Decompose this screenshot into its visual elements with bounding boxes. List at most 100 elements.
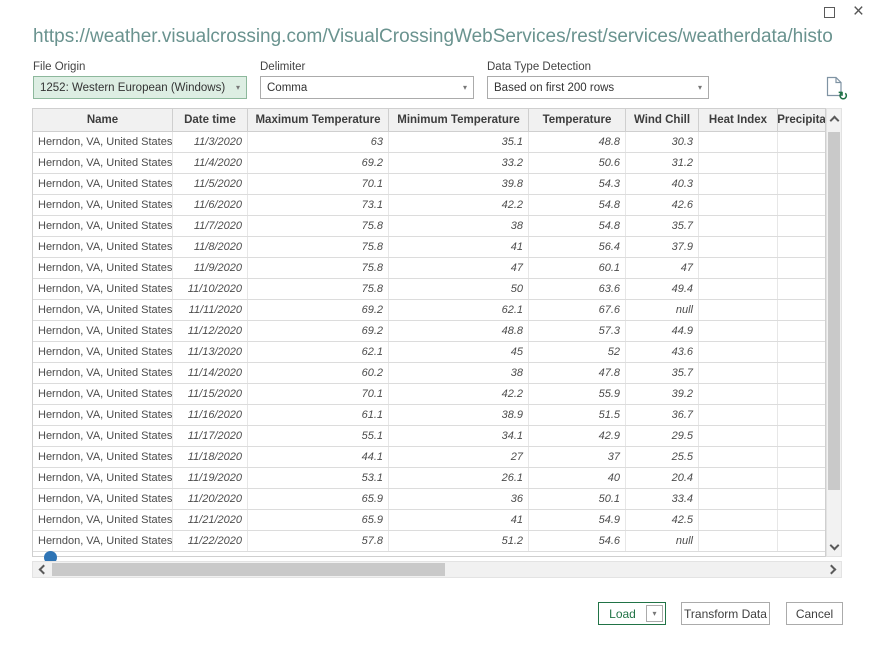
table-cell: null (626, 300, 699, 320)
table-row: Herndon, VA, United States11/9/202075.84… (33, 258, 825, 279)
table-cell: Herndon, VA, United States (33, 447, 173, 467)
refresh-preview-icon[interactable]: ↻ (826, 76, 846, 100)
vertical-scrollbar[interactable] (826, 108, 842, 557)
chevron-down-icon: ▾ (652, 609, 656, 618)
data-type-detection-select[interactable]: Based on first 200 rows ▾ (487, 76, 709, 99)
table-cell: 73.1 (248, 195, 389, 215)
chevron-down-icon: ▾ (463, 83, 467, 92)
table-row: Herndon, VA, United States11/16/202061.1… (33, 405, 825, 426)
table-row: Herndon, VA, United States11/8/202075.84… (33, 237, 825, 258)
table-cell (699, 510, 778, 530)
table-cell: 42.9 (529, 426, 626, 446)
table-cell (699, 489, 778, 509)
maximize-icon[interactable] (824, 7, 835, 18)
transform-data-button[interactable]: Transform Data (681, 602, 770, 625)
delimiter-value: Comma (267, 82, 459, 94)
delimiter-select[interactable]: Comma ▾ (260, 76, 474, 99)
table-cell: 11/16/2020 (173, 405, 248, 425)
table-cell: 26.1 (389, 468, 529, 488)
table-cell: Herndon, VA, United States (33, 468, 173, 488)
horizontal-scrollbar[interactable] (32, 561, 842, 578)
table-header-row: NameDate timeMaximum TemperatureMinimum … (33, 109, 825, 132)
table-cell: 11/17/2020 (173, 426, 248, 446)
table-cell: Herndon, VA, United States (33, 216, 173, 236)
table-cell: 29.5 (626, 426, 699, 446)
table-cell: 11/11/2020 (173, 300, 248, 320)
table-cell: 35.1 (389, 132, 529, 152)
table-cell: 44.9 (626, 321, 699, 341)
table-cell: 11/15/2020 (173, 384, 248, 404)
table-cell: 39.2 (626, 384, 699, 404)
scroll-right-arrow[interactable] (823, 562, 839, 577)
table-cell (778, 447, 825, 467)
table-cell: 11/4/2020 (173, 153, 248, 173)
table-cell: Herndon, VA, United States (33, 384, 173, 404)
table-row: Herndon, VA, United States11/14/202060.2… (33, 363, 825, 384)
table-cell: 37 (529, 447, 626, 467)
table-row: Herndon, VA, United States11/17/202055.1… (33, 426, 825, 447)
table-cell: Herndon, VA, United States (33, 321, 173, 341)
table-cell (699, 363, 778, 383)
table-cell: 11/13/2020 (173, 342, 248, 362)
scroll-up-arrow[interactable] (827, 111, 841, 129)
load-button[interactable]: Load (599, 603, 646, 624)
table-cell (778, 468, 825, 488)
table-cell (699, 216, 778, 236)
table-cell: 31.2 (626, 153, 699, 173)
column-header: Temperature (529, 109, 626, 131)
table-cell: 11/10/2020 (173, 279, 248, 299)
close-icon[interactable]: × (853, 4, 864, 20)
chevron-down-icon (829, 540, 839, 550)
table-cell: 69.2 (248, 300, 389, 320)
table-cell (778, 321, 825, 341)
table-row: Herndon, VA, United States11/10/202075.8… (33, 279, 825, 300)
column-header: Name (33, 109, 173, 131)
column-header: Precipita (778, 109, 825, 131)
table-cell: 47 (389, 258, 529, 278)
file-origin-select[interactable]: 1252: Western European (Windows) ▾ (33, 76, 247, 99)
table-cell: 75.8 (248, 216, 389, 236)
horizontal-scrollbar-thumb[interactable] (52, 563, 445, 576)
table-cell: 48.8 (389, 321, 529, 341)
table-cell: 11/20/2020 (173, 489, 248, 509)
table-cell (699, 468, 778, 488)
table-cell: 38.9 (389, 405, 529, 425)
cancel-button[interactable]: Cancel (786, 602, 843, 625)
dialog-title-url: https://weather.visualcrossing.com/Visua… (33, 26, 833, 48)
scroll-down-arrow[interactable] (827, 536, 841, 554)
table-cell: 11/19/2020 (173, 468, 248, 488)
table-cell: 50 (389, 279, 529, 299)
table-cell: 35.7 (626, 363, 699, 383)
table-row: Herndon, VA, United States11/18/202044.1… (33, 447, 825, 468)
table-cell (778, 363, 825, 383)
scroll-left-arrow[interactable] (35, 562, 51, 577)
table-cell: Herndon, VA, United States (33, 279, 173, 299)
table-cell (778, 216, 825, 236)
vertical-scrollbar-thumb[interactable] (828, 132, 840, 490)
table-cell: 51.5 (529, 405, 626, 425)
table-row: Herndon, VA, United States11/12/202069.2… (33, 321, 825, 342)
table-cell: 54.9 (529, 510, 626, 530)
table-cell: 44.1 (248, 447, 389, 467)
table-cell: 63 (248, 132, 389, 152)
load-dropdown-arrow[interactable]: ▾ (646, 605, 663, 622)
table-row: Herndon, VA, United States11/13/202062.1… (33, 342, 825, 363)
table-cell: 40 (529, 468, 626, 488)
chevron-down-icon: ▾ (698, 83, 702, 92)
chevron-up-icon (829, 115, 839, 125)
table-cell (699, 300, 778, 320)
table-cell: 11/9/2020 (173, 258, 248, 278)
table-cell: 11/7/2020 (173, 216, 248, 236)
table-cell (699, 405, 778, 425)
table-cell: 67.6 (529, 300, 626, 320)
table-cell: Herndon, VA, United States (33, 531, 173, 551)
data-type-detection-label: Data Type Detection (487, 61, 591, 73)
table-cell: 57.8 (248, 531, 389, 551)
table-cell (778, 489, 825, 509)
table-cell: 11/18/2020 (173, 447, 248, 467)
table-cell: 47 (626, 258, 699, 278)
table-cell: 56.4 (529, 237, 626, 257)
column-header: Date time (173, 109, 248, 131)
table-cell (778, 405, 825, 425)
table-cell (699, 447, 778, 467)
